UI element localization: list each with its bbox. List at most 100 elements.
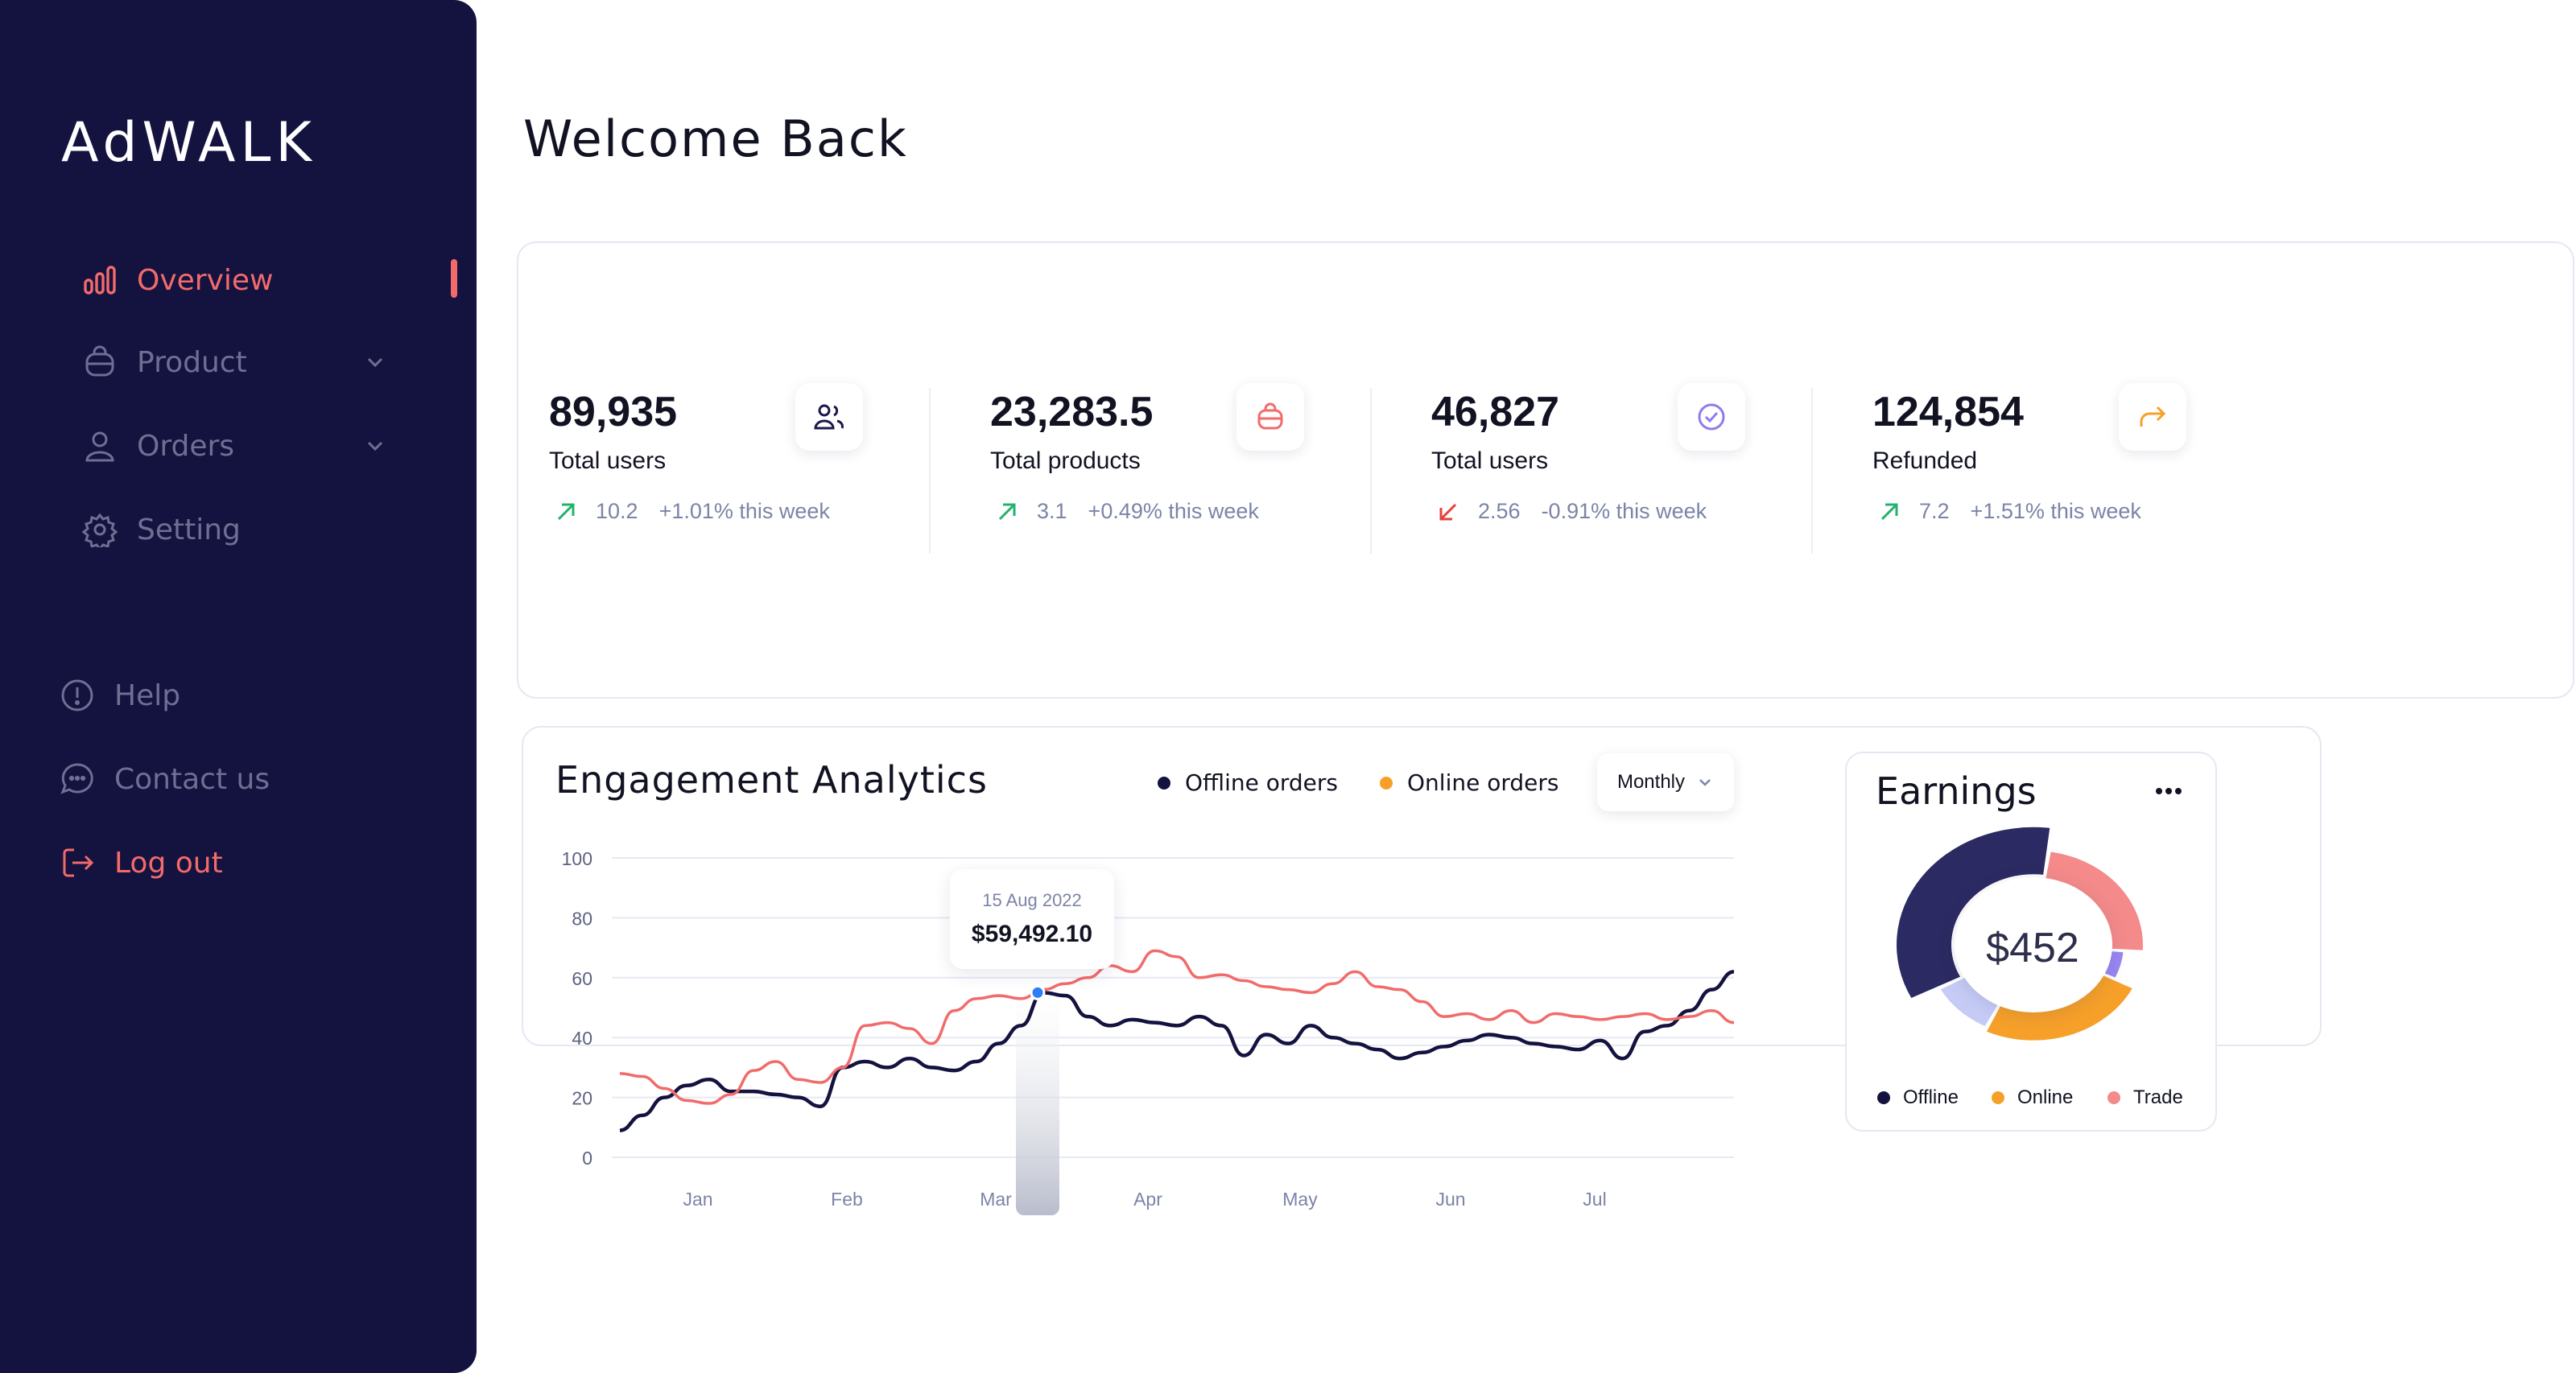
y-tick-label: 0 [582,1148,592,1169]
legend-dot [1992,1091,2004,1104]
logout-icon [60,845,95,880]
stat-refunded: 124,854 Refunded 7.2 +1.51% this week [1872,383,2251,581]
check-circle-icon [1678,383,1745,451]
y-tick-label: 100 [562,848,592,869]
sidebar-item-logout[interactable]: Log out [60,839,223,887]
sidebar-item-label: Contact us [114,762,270,796]
sidebar-item-label: Overview [137,263,274,297]
stat-label: Refunded [1872,447,1978,474]
active-indicator [451,259,457,298]
divider [929,388,931,554]
legend-dot [1877,1091,1890,1104]
highlight-bar [1016,985,1059,1215]
earnings-legend-offline: Offline [1877,1086,1959,1109]
trend-value: 10.2 [596,499,638,523]
stat-trend: 2.56 -0.91% this week [1436,499,1707,524]
chevron-down-icon[interactable] [362,349,388,375]
chevron-down-icon [1699,779,1711,786]
sidebar-item-label: Orders [137,429,235,463]
x-tick-label: Jun [1435,1189,1465,1210]
stat-trend: 10.2 +1.01% this week [554,499,830,524]
earnings-title: Earnings [1876,769,2037,813]
series-line-offline [619,970,1735,1132]
x-tick-label: Jan [683,1189,712,1210]
legend-label: Online [2017,1086,2074,1108]
y-tick-label: 80 [572,908,592,929]
sidebar-item-label: Product [137,345,247,379]
section-title: Engagement Analytics [555,758,988,802]
arrow-up-right-icon [557,503,575,520]
legend-label: Offline [1903,1086,1959,1108]
stat-total-products: 23,283.5 Total products 3.1 +0.49% this … [990,383,1368,581]
divider [1370,388,1372,554]
users-icon [795,383,863,451]
legend-offline: Offline orders [1158,769,1338,796]
sidebar-item-contact[interactable]: Contact us [60,755,270,803]
x-tick-label: Feb [831,1189,863,1210]
stats-card: 89,935 Total users 10.2 +1.01% this week… [517,241,2574,699]
y-tick-label: 60 [572,968,592,989]
engagement-chart: 0 20 40 60 80 100 Jan Feb Mar Apr May Jun Jul [562,848,1735,1215]
x-tick-label: Jul [1583,1189,1606,1210]
legend-label: Online orders [1407,769,1559,796]
stat-total-users-2: 46,827 Total users 2.56 -0.91% this week [1431,383,1810,581]
earnings-total: $452 [1986,925,2079,971]
user-icon [82,428,118,464]
tooltip-date: 15 Aug 2022 [982,890,1082,910]
sidebar: AdWALK Overview Product Orders Setting H… [0,0,477,1373]
trend-text: +0.49% this week [1088,499,1259,523]
legend-dot [1380,776,1393,790]
sidebar-item-product[interactable]: Product [82,338,383,386]
y-tick-label: 40 [572,1028,592,1049]
arrow-down-left-icon [1439,503,1457,520]
x-tick-label: Mar [980,1189,1012,1210]
chevron-down-icon[interactable] [362,433,388,459]
tooltip-point [1030,984,1046,1000]
trend-value: 3.1 [1037,499,1067,523]
stat-label: Total products [990,447,1141,474]
sidebar-item-label: Setting [137,513,241,546]
x-tick-label: Apr [1133,1189,1162,1210]
stat-trend: 3.1 +0.49% this week [995,499,1259,524]
sidebar-item-setting[interactable]: Setting [82,505,241,554]
divider [1811,388,1813,554]
stat-label: Total users [1431,447,1549,474]
trend-value: 7.2 [1919,499,1950,523]
legend-dot [1158,776,1170,790]
alert-circle-icon [60,678,95,713]
stat-value: 89,935 [549,389,678,435]
legend-online: Online orders [1380,769,1558,796]
tooltip-value: $59,492.10 [971,921,1093,947]
x-tick-label: May [1282,1189,1318,1210]
stat-label: Total users [549,447,667,474]
legend-dot [2107,1091,2120,1104]
arrow-up-right-icon [998,503,1016,520]
sidebar-item-orders[interactable]: Orders [82,422,383,470]
bar-chart-icon [82,262,118,298]
period-label: Monthly [1616,771,1686,793]
sidebar-item-label: Help [114,678,181,712]
earnings-legend-trade: Trade [2107,1086,2183,1109]
chat-bubble-icon [60,761,95,797]
share-arrow-icon [2119,383,2186,451]
more-options-icon[interactable] [2153,779,2185,803]
chart-tooltip: 15 Aug 2022 $59,492.10 [950,869,1114,969]
y-tick-label: 20 [572,1088,592,1109]
trend-value: 2.56 [1478,499,1521,523]
app-logo: AdWALK [61,111,316,175]
earnings-legend-online: Online [1992,1086,2073,1109]
trend-text: -0.91% this week [1541,499,1707,523]
bag-icon [82,344,118,380]
bag-icon [1236,383,1304,451]
sidebar-item-help[interactable]: Help [60,671,180,719]
period-dropdown[interactable]: Monthly [1597,753,1734,811]
sidebar-item-label: Log out [114,846,223,880]
sidebar-item-overview[interactable]: Overview [82,256,274,304]
trend-text: +1.51% this week [1970,499,2141,523]
legend-label: Trade [2133,1086,2183,1108]
stat-total-users: 89,935 Total users 10.2 +1.01% this week [549,383,927,581]
trend-text: +1.01% this week [658,499,830,523]
stat-value: 23,283.5 [990,389,1154,435]
page-title: Welcome Back [523,109,908,168]
arrow-up-right-icon [1880,503,1898,520]
